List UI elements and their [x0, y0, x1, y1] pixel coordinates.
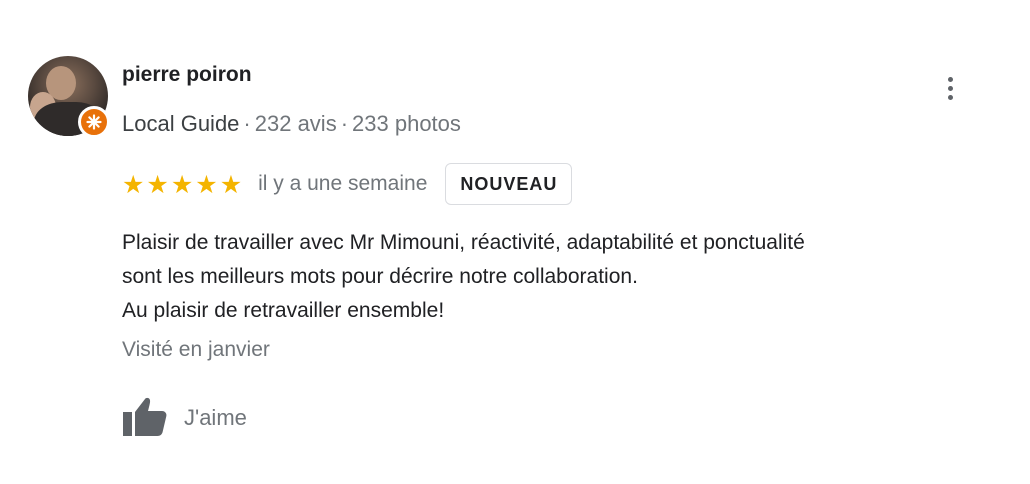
star-filled-icon: ★ — [170, 169, 194, 199]
avatar[interactable] — [28, 56, 110, 138]
reviewer-level: Local Guide — [122, 111, 240, 136]
rating-row: ★ ★ ★ ★ ★ il y a une semaine NOUVEAU — [122, 163, 573, 205]
star-rating: ★ ★ ★ ★ ★ — [122, 172, 242, 197]
reviews-count: 232 avis — [254, 111, 337, 136]
star-filled-icon: ★ — [122, 169, 145, 199]
visited-date: Visité en janvier — [122, 338, 270, 361]
like-label: J'aime — [184, 405, 247, 430]
photos-count: 233 photos — [352, 111, 461, 136]
thumb-up-icon — [122, 395, 168, 442]
like-button[interactable]: J'aime — [122, 396, 247, 440]
review-text-line: Au plaisir de retravailler ensemble! — [122, 299, 445, 322]
review-text: Plaisir de travailler avec Mr Mimouni, r… — [122, 226, 1002, 328]
star-filled-icon: ★ — [195, 169, 218, 199]
review-text-line: Plaisir de travailler avec Mr Mimouni, r… — [122, 231, 805, 254]
reviewer-name[interactable]: pierre poiron — [122, 63, 252, 87]
meta-separator: · — [243, 111, 251, 136]
new-badge: NOUVEAU — [445, 163, 573, 205]
review-date: il y a une semaine — [258, 172, 428, 195]
review-text-line: sont les meilleurs mots pour décrire not… — [122, 265, 638, 288]
more-vertical-icon[interactable] — [938, 72, 962, 104]
local-guide-badge-icon — [78, 106, 110, 138]
meta-separator: · — [340, 111, 349, 136]
review-card: pierre poiron Local Guide · 232 avis · 233 p… — [0, 0, 1030, 484]
star-filled-icon: ★ — [219, 169, 243, 199]
reviewer-meta: Local Guide · 232 avis · 233 photos — [122, 111, 461, 137]
star-filled-icon: ★ — [146, 169, 169, 199]
